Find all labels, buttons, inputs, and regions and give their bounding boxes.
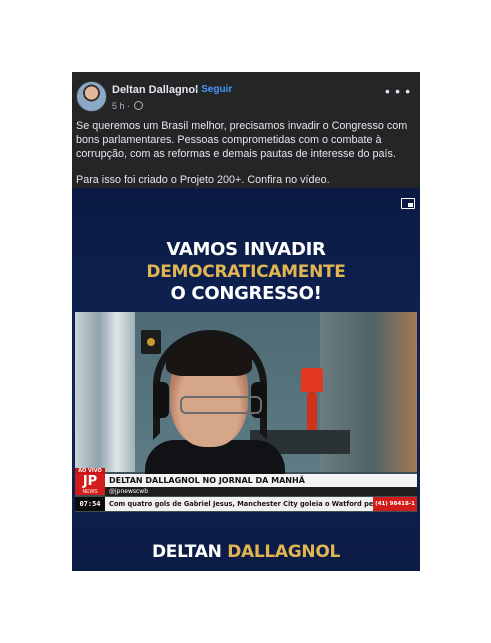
post-meta: 5 h · [112,101,143,111]
globe-icon [133,101,143,110]
post-paragraph-1: Se queremos um Brasil melhor, precisamos… [76,120,408,160]
broadcast-handle: @jpnewscwb [105,487,417,496]
post-body: Se queremos um Brasil melhor, precisamos… [76,120,414,188]
red-lamp-shade [301,368,323,392]
headphones-icon [153,330,267,440]
studio-speaker [141,330,161,354]
more-options-icon[interactable]: • • • [385,85,411,98]
background-curtain [75,312,135,472]
video-footer-name: DELTAN DALLAGNOL [72,542,420,562]
broadcast-lower-third: AO VIVO JP NEWS 07:54 DELTAN DALLAGNOL N… [75,468,417,512]
facebook-post-card: Deltan Dallagnol · Seguir 5 h · • • • Se… [72,72,420,571]
channel-logo-block: AO VIVO JP NEWS 07:54 [75,468,105,512]
footer-first-name: DELTAN [151,542,222,562]
headline-line-2: DEMOCRATICAMENTE [146,262,346,282]
picture-in-picture-icon[interactable] [401,198,415,209]
headline-line-3: O CONGRESSO! [170,283,322,304]
author-name[interactable]: Deltan Dallagnol [112,84,198,96]
broadcast-name-bar: DELTAN DALLAGNOL NO JORNAL DA MANHÃ [105,474,417,487]
follow-link[interactable]: · Seguir [195,84,232,95]
video-player[interactable]: VAMOS INVADIR DEMOCRATICAMENTE O CONGRES… [72,188,420,571]
headline-line-1: VAMOS INVADIR [166,239,326,260]
author-avatar[interactable] [76,81,107,112]
jp-news-subtext: NEWS [82,489,98,495]
follow-label[interactable]: Seguir [201,84,232,95]
broadcast-frame: AO VIVO JP NEWS 07:54 DELTAN DALLAGNOL N… [75,312,417,512]
phone-badge: (41) 98418-1 [373,497,417,511]
video-headline: VAMOS INVADIR DEMOCRATICAMENTE O CONGRES… [72,239,420,305]
follow-separator: · [195,84,199,95]
headphone-earcup-left [153,382,169,418]
meta-separator: · [127,101,131,111]
footer-last-name: DALLAGNOL [227,542,341,562]
post-timestamp[interactable]: 5 h [112,101,125,111]
broadcast-time: 07:54 [75,497,105,511]
post-header: Deltan Dallagnol · Seguir 5 h · • • • [72,72,420,116]
post-paragraph-2: Para isso foi criado o Projeto 200+. Con… [76,174,330,187]
news-ticker: Com quatro gols de Gabriel Jesus, Manche… [105,497,417,511]
person-glasses [180,396,262,414]
